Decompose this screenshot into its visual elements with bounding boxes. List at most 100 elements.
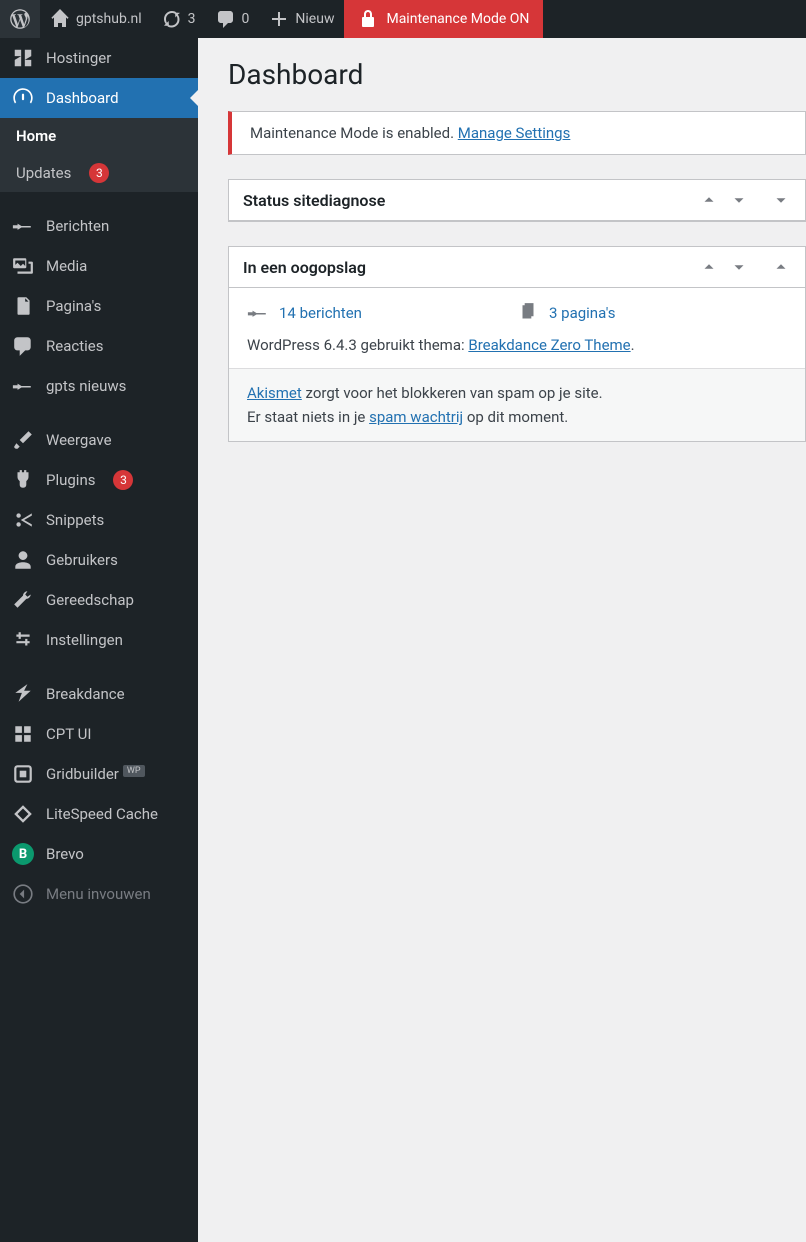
sidebar-label: Weergave	[46, 431, 112, 449]
theme-link[interactable]: Breakdance Zero Theme	[468, 336, 630, 354]
pin-icon	[12, 215, 34, 237]
sidebar-item-gebruikers[interactable]: Gebruikers	[0, 540, 198, 580]
glance-body: 14 berichten 3 pagina's WordPress 6.4.3 …	[229, 288, 805, 368]
postbox-title: In een oogopslag	[243, 258, 366, 277]
site-name-link[interactable]: gptshub.nl	[40, 0, 152, 38]
sidebar-label: gpts nieuws	[46, 377, 126, 395]
manage-settings-link[interactable]: Manage Settings	[458, 124, 571, 142]
sidebar-label: Instellingen	[46, 631, 123, 649]
wp-logo[interactable]	[0, 0, 40, 38]
gridbuilder-icon	[12, 763, 34, 785]
sidebar-label: Gridbuilder	[46, 765, 119, 783]
postbox-sitediagnose: Status sitediagnose	[228, 179, 806, 222]
comments-link[interactable]: 0	[206, 0, 260, 38]
pin-icon	[247, 302, 269, 324]
sidebar-label: Gebruikers	[46, 551, 118, 569]
posts-link[interactable]: 14 berichten	[279, 304, 362, 322]
pin-icon	[12, 375, 34, 397]
sidebar-label: Hostinger	[46, 49, 111, 67]
sidebar-label: Updates	[16, 164, 71, 182]
move-up-button[interactable]	[699, 190, 719, 210]
move-down-button[interactable]	[729, 190, 749, 210]
sidebar-label: Pagina's	[46, 297, 101, 315]
litespeed-icon	[12, 803, 34, 825]
comment-icon	[216, 9, 236, 29]
notice-text: Maintenance Mode is enabled.	[250, 124, 458, 142]
comments-count-text: 0	[242, 11, 250, 27]
toggle-button[interactable]	[771, 190, 791, 210]
spam-prefix: Er staat niets in je	[247, 408, 369, 426]
sidebar-item-plugins[interactable]: Plugins 3	[0, 460, 198, 500]
sidebar-item-snippets[interactable]: Snippets	[0, 500, 198, 540]
sidebar-item-berichten[interactable]: Berichten	[0, 206, 198, 246]
akismet-link[interactable]: Akismet	[247, 384, 302, 402]
sidebar-label: Breakdance	[46, 685, 125, 703]
sidebar-item-media[interactable]: Media	[0, 246, 198, 286]
sidebar-item-gpts-nieuws[interactable]: gpts nieuws	[0, 366, 198, 406]
spam-link[interactable]: spam wachtrij	[369, 408, 463, 426]
wp-badge: WP	[123, 765, 145, 777]
page-icon	[12, 295, 34, 317]
dashboard-submenu: Home Updates 3	[0, 118, 198, 192]
admin-sidebar: Hostinger Dashboard Home Updates 3 Beric…	[0, 38, 198, 1242]
sidebar-label: Snippets	[46, 511, 104, 529]
sidebar-item-hostinger[interactable]: Hostinger	[0, 38, 198, 78]
sidebar-item-reacties[interactable]: Reacties	[0, 326, 198, 366]
menu-separator	[0, 192, 198, 206]
move-up-button[interactable]	[699, 257, 719, 277]
pages-link[interactable]: 3 pagina's	[549, 304, 616, 322]
sidebar-item-instellingen[interactable]: Instellingen	[0, 620, 198, 660]
glance-row: 14 berichten 3 pagina's	[247, 302, 787, 324]
home-icon	[50, 9, 70, 29]
sidebar-item-gereedschap[interactable]: Gereedschap	[0, 580, 198, 620]
sidebar-item-breakdance[interactable]: Breakdance	[0, 674, 198, 714]
sidebar-label: Home	[16, 127, 56, 145]
new-label: Nieuw	[295, 11, 334, 27]
breakdance-icon	[12, 683, 34, 705]
scissors-icon	[12, 509, 34, 531]
sidebar-label: Reacties	[46, 337, 103, 355]
pages-icon	[517, 302, 539, 324]
sidebar-subitem-home[interactable]: Home	[0, 118, 198, 154]
sidebar-item-brevo[interactable]: B Brevo	[0, 834, 198, 874]
maintenance-notice: Maintenance Mode is enabled. Manage Sett…	[228, 111, 806, 155]
wp-version: WordPress 6.4.3 gebruikt thema: Breakdan…	[247, 336, 787, 354]
postbox-title: Status sitediagnose	[243, 191, 385, 210]
sidebar-label: Brevo	[46, 845, 84, 863]
sidebar-item-cpt-ui[interactable]: CPT UI	[0, 714, 198, 754]
postbox-header[interactable]: Status sitediagnose	[229, 180, 805, 221]
sidebar-item-gridbuilder[interactable]: Gridbuilder WP	[0, 754, 198, 794]
sidebar-item-paginas[interactable]: Pagina's	[0, 286, 198, 326]
admin-bar: gptshub.nl 3 0 Nieuw Maintenance Mode ON	[0, 0, 806, 38]
updates-badge: 3	[89, 163, 109, 183]
updates-link[interactable]: 3	[152, 0, 206, 38]
maintenance-label: Maintenance Mode ON	[386, 11, 529, 27]
sidebar-item-dashboard[interactable]: Dashboard	[0, 78, 198, 118]
sidebar-item-litespeed[interactable]: LiteSpeed Cache	[0, 794, 198, 834]
dashboard-icon	[12, 87, 34, 109]
lock-icon	[358, 9, 378, 29]
sidebar-label: LiteSpeed Cache	[46, 805, 158, 823]
brush-icon	[12, 429, 34, 451]
new-content-link[interactable]: Nieuw	[259, 0, 344, 38]
handle-actions	[699, 190, 791, 210]
postbox-header[interactable]: In een oogopslag	[229, 247, 805, 288]
move-down-button[interactable]	[729, 257, 749, 277]
toggle-button[interactable]	[771, 257, 791, 277]
plus-icon	[269, 9, 289, 29]
wp-version-text: WordPress 6.4.3 gebruikt thema:	[247, 336, 468, 354]
sidebar-label: Menu invouwen	[46, 885, 151, 903]
sidebar-collapse[interactable]: Menu invouwen	[0, 874, 198, 914]
grid-icon	[12, 723, 34, 745]
main-content: Dashboard Maintenance Mode is enabled. M…	[198, 38, 806, 1242]
spam-suffix: op dit moment.	[463, 408, 568, 426]
glance-pages: 3 pagina's	[517, 302, 787, 324]
sidebar-item-weergave[interactable]: Weergave	[0, 420, 198, 460]
sidebar-label: Media	[46, 257, 87, 275]
brevo-icon: B	[12, 843, 34, 865]
sidebar-subitem-updates[interactable]: Updates 3	[0, 154, 198, 192]
updates-count-text: 3	[188, 11, 196, 27]
maintenance-mode-indicator[interactable]: Maintenance Mode ON	[344, 0, 543, 38]
site-name-text: gptshub.nl	[76, 11, 142, 27]
sidebar-label: Dashboard	[46, 89, 119, 107]
